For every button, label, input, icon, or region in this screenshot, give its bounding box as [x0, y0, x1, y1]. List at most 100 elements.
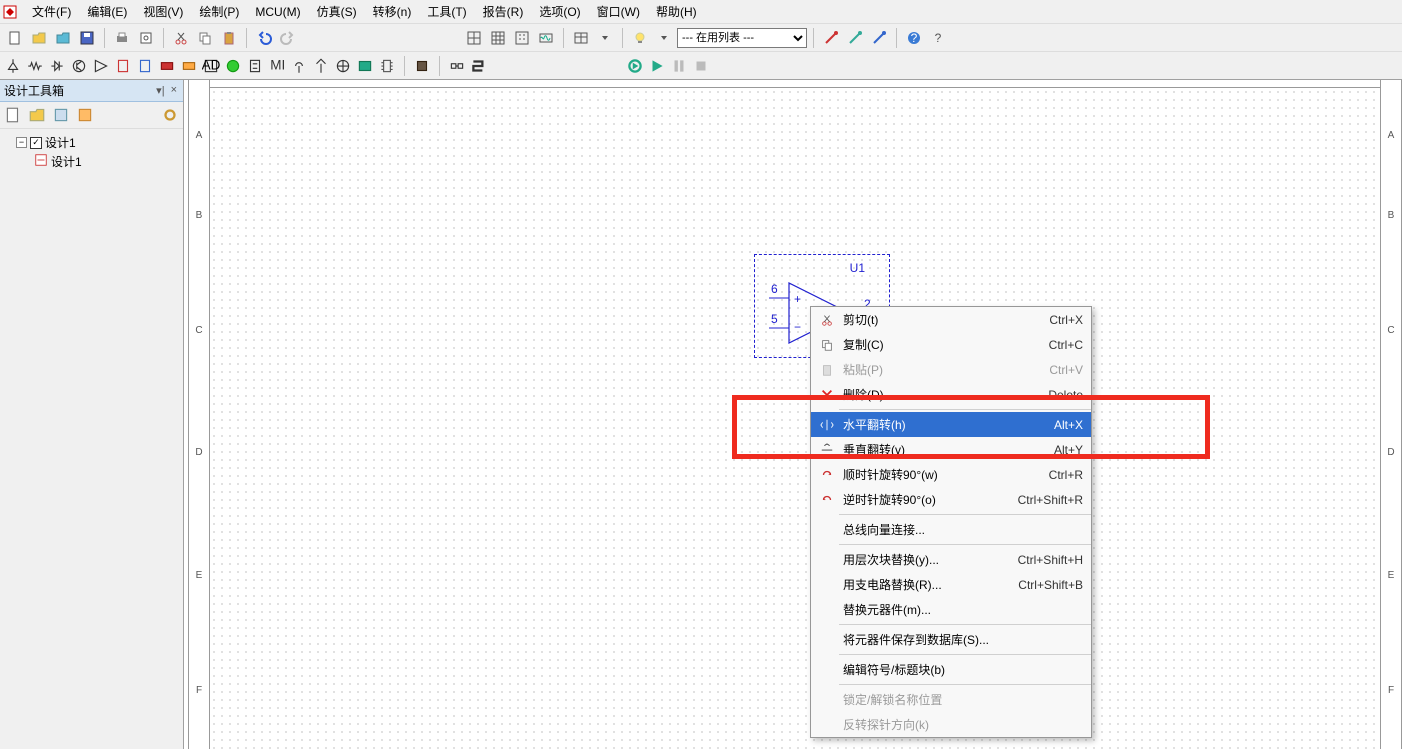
- ctx-bus-vector[interactable]: 总线向量连接...: [811, 517, 1091, 542]
- inuse-dropdown[interactable]: --- 在用列表 ---: [677, 28, 807, 48]
- copy-icon[interactable]: [194, 27, 216, 49]
- comp-misc2-icon[interactable]: [180, 57, 198, 75]
- ctx-flip-horizontal[interactable]: 水平翻转(h) Alt+X: [811, 412, 1091, 437]
- menu-file[interactable]: 文件(F): [24, 1, 79, 22]
- comp-elecmech-icon[interactable]: [334, 57, 352, 75]
- sb-sheet-icon[interactable]: [52, 106, 70, 124]
- menu-report[interactable]: 报告(R): [475, 1, 532, 22]
- scope-icon[interactable]: [535, 27, 557, 49]
- ctx-replace-component[interactable]: 替换元器件(m)...: [811, 597, 1091, 622]
- lamp-icon[interactable]: [629, 27, 651, 49]
- run-icon[interactable]: [648, 57, 666, 75]
- comp-misc-icon[interactable]: MISC: [268, 57, 286, 75]
- schematic-canvas[interactable]: [210, 88, 1380, 749]
- menu-draw[interactable]: 绘制(P): [191, 1, 247, 22]
- svg-text:?: ?: [935, 31, 942, 45]
- tree-root[interactable]: − ✓ 设计1: [2, 133, 181, 152]
- collapse-icon[interactable]: −: [16, 137, 27, 148]
- ctx-rotate-ccw[interactable]: 逆时针旋转90°(o) Ctrl+Shift+R: [811, 487, 1091, 512]
- sb-open-icon[interactable]: [28, 106, 46, 124]
- grid2-icon[interactable]: [487, 27, 509, 49]
- paste-icon: [815, 363, 839, 377]
- menu-window[interactable]: 窗口(W): [589, 1, 648, 22]
- menu-tools[interactable]: 工具(T): [419, 1, 474, 22]
- svg-text:MISC: MISC: [270, 57, 286, 72]
- save-icon[interactable]: [76, 27, 98, 49]
- redo-icon[interactable]: [277, 27, 299, 49]
- sb-layout-icon[interactable]: [76, 106, 94, 124]
- help-icon[interactable]: ?: [903, 27, 925, 49]
- ctx-replace-subcircuit[interactable]: 用支电路替换(R)... Ctrl+Shift+B: [811, 572, 1091, 597]
- table-dd-icon[interactable]: [594, 27, 616, 49]
- help2-icon[interactable]: ?: [927, 27, 949, 49]
- menu-transfer[interactable]: 转移(n): [365, 1, 420, 22]
- comp-opamp-icon[interactable]: [92, 57, 110, 75]
- undo-icon[interactable]: [253, 27, 275, 49]
- sidebar-dropdown-icon[interactable]: ▾|: [154, 84, 166, 97]
- new-icon[interactable]: [4, 27, 26, 49]
- rotate-cw-icon: [815, 468, 839, 482]
- table-icon[interactable]: [570, 27, 592, 49]
- menu-options[interactable]: 选项(O): [531, 1, 588, 22]
- comp-mcu-icon[interactable]: [413, 57, 431, 75]
- pause-icon[interactable]: [670, 57, 688, 75]
- bus-icon[interactable]: [470, 57, 488, 75]
- ctx-flip-vertical[interactable]: 垂直翻转(v) Alt+Y: [811, 437, 1091, 462]
- schematic-icon: [34, 153, 48, 170]
- comp-mixed-icon[interactable]: AD: [202, 57, 220, 75]
- lamp-dd-icon[interactable]: [653, 27, 675, 49]
- ruler-left: A B C D E F: [188, 80, 210, 749]
- menu-edit[interactable]: 编辑(E): [79, 1, 135, 22]
- comp-cmos-icon[interactable]: [136, 57, 154, 75]
- comp-rf2-icon[interactable]: [312, 57, 330, 75]
- paste-icon[interactable]: [218, 27, 240, 49]
- ctx-edit-symbol[interactable]: 编辑符号/标题块(b): [811, 657, 1091, 682]
- toolbar-main: --- 在用列表 --- ? ?: [0, 24, 1402, 52]
- hier-icon[interactable]: [448, 57, 466, 75]
- comp-resistor-icon[interactable]: [26, 57, 44, 75]
- print-icon[interactable]: [111, 27, 133, 49]
- menu-mcu[interactable]: MCU(M): [247, 3, 308, 21]
- comp-ttl-icon[interactable]: [114, 57, 132, 75]
- toolbar-components: AD MISC: [0, 52, 1402, 80]
- grid1-icon[interactable]: [463, 27, 485, 49]
- sb-new-icon[interactable]: [4, 106, 22, 124]
- comp-power-icon[interactable]: [246, 57, 264, 75]
- tree-child[interactable]: 设计1: [2, 152, 181, 171]
- comp-indicator-icon[interactable]: [224, 57, 242, 75]
- ctx-cut[interactable]: 剪切(t) Ctrl+X: [811, 307, 1091, 332]
- ctx-rotate-cw[interactable]: 顺时针旋转90°(w) Ctrl+R: [811, 462, 1091, 487]
- rotate-ccw-icon: [815, 493, 839, 507]
- ruler-right: A B C D E F: [1380, 80, 1402, 749]
- svg-text:AD: AD: [202, 57, 220, 72]
- ctx-replace-hier[interactable]: 用层次块替换(y)... Ctrl+Shift+H: [811, 547, 1091, 572]
- ctx-save-db[interactable]: 将元器件保存到数据库(S)...: [811, 627, 1091, 652]
- ctx-copy[interactable]: 复制(C) Ctrl+C: [811, 332, 1091, 357]
- comp-diode-icon[interactable]: [48, 57, 66, 75]
- comp-connector-icon[interactable]: [378, 57, 396, 75]
- run-settings-icon[interactable]: [626, 57, 644, 75]
- open-icon[interactable]: [28, 27, 50, 49]
- stop-icon[interactable]: [692, 57, 710, 75]
- probe1-icon[interactable]: [820, 27, 842, 49]
- probe2-icon[interactable]: [844, 27, 866, 49]
- menu-help[interactable]: 帮助(H): [648, 1, 705, 22]
- comp-rf1-icon[interactable]: [290, 57, 308, 75]
- sidebar-close-icon[interactable]: ×: [169, 84, 179, 97]
- menu-simulate[interactable]: 仿真(S): [309, 1, 365, 22]
- sb-refresh-icon[interactable]: [161, 106, 179, 124]
- probe3-icon[interactable]: [868, 27, 890, 49]
- open2-icon[interactable]: [52, 27, 74, 49]
- comp-transistor-icon[interactable]: [70, 57, 88, 75]
- comp-source-icon[interactable]: [4, 57, 22, 75]
- preview-icon[interactable]: [135, 27, 157, 49]
- comp-misc1-icon[interactable]: [158, 57, 176, 75]
- cut-icon[interactable]: [170, 27, 192, 49]
- menu-view[interactable]: 视图(V): [135, 1, 191, 22]
- grid3-icon[interactable]: [511, 27, 533, 49]
- comp-ni-icon[interactable]: [356, 57, 374, 75]
- checkbox-icon[interactable]: ✓: [30, 137, 42, 149]
- ctx-paste: 粘贴(P) Ctrl+V: [811, 357, 1091, 382]
- ctx-delete[interactable]: 删除(D) Delete: [811, 382, 1091, 407]
- tree-root-label: 设计1: [45, 134, 76, 151]
